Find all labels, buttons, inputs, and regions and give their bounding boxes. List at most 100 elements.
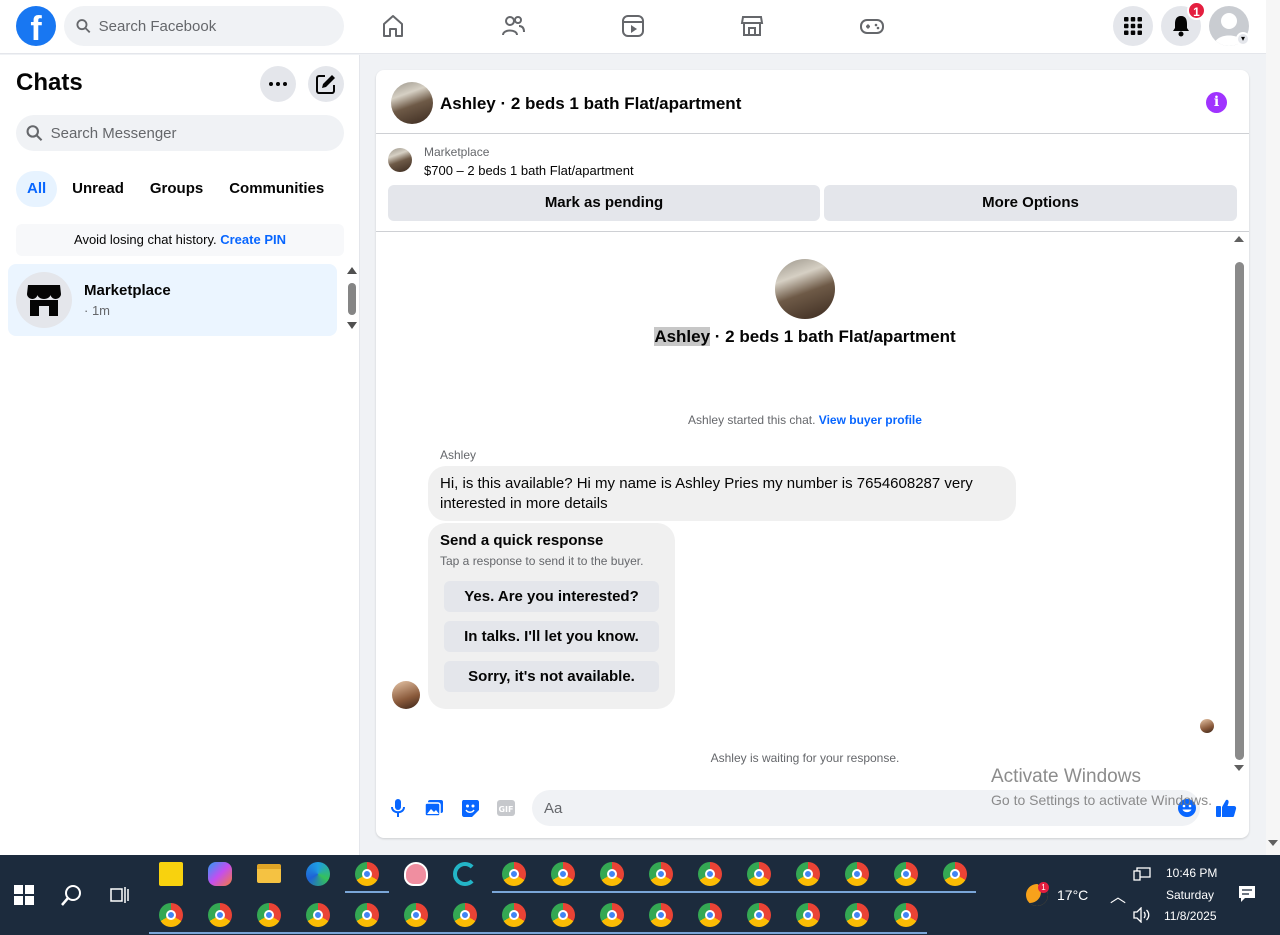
video-icon[interactable] — [619, 12, 647, 40]
quick-response-in-talks[interactable]: In talks. I'll let you know. — [444, 621, 659, 652]
chrome-profile-icon[interactable] — [894, 862, 918, 886]
listing-avatar[interactable] — [391, 82, 433, 124]
facebook-search-box[interactable] — [64, 6, 344, 46]
page-scroll-down-arrow[interactable] — [1268, 840, 1278, 846]
conversation-scroll-down-arrow[interactable] — [1234, 765, 1244, 771]
quick-response-not-available[interactable]: Sorry, it's not available. — [444, 661, 659, 692]
chrome-profile-icon[interactable] — [649, 862, 673, 886]
task-view-icon[interactable] — [109, 885, 129, 905]
filter-communities[interactable]: Communities — [218, 171, 335, 207]
paint-icon[interactable] — [404, 862, 428, 886]
highlighted-buyer-name: Ashley — [654, 327, 711, 346]
notification-count-badge: 1 — [1187, 1, 1206, 20]
facebook-search-input[interactable] — [98, 17, 344, 35]
sidebar-scrollbar-thumb[interactable] — [348, 283, 356, 315]
chrome-profile-icon[interactable] — [600, 903, 624, 927]
chrome-profile-icon[interactable] — [894, 903, 918, 927]
sidebar-scroll-down-arrow[interactable] — [347, 322, 357, 329]
gaming-icon[interactable] — [858, 12, 886, 40]
clock-day[interactable]: Saturday — [1166, 888, 1214, 902]
chrome-profile-icon[interactable] — [698, 862, 722, 886]
home-icon[interactable] — [379, 12, 407, 40]
chrome-profile-icon[interactable] — [845, 903, 869, 927]
chrome-profile-icon[interactable] — [208, 903, 232, 927]
microphone-icon[interactable] — [387, 797, 409, 819]
chat-item-marketplace[interactable]: Marketplace · 1m — [8, 264, 337, 336]
filter-unread[interactable]: Unread — [61, 171, 135, 207]
chrome-profile-icon[interactable] — [943, 862, 967, 886]
clock-time[interactable]: 10:46 PM — [1166, 866, 1217, 880]
wave-app-icon[interactable] — [453, 862, 477, 886]
edge-icon[interactable] — [306, 862, 330, 886]
new-message-button[interactable] — [308, 66, 344, 102]
weather-temperature[interactable]: 17°C — [1057, 887, 1088, 903]
pin-banner: Avoid losing chat history. Create PIN — [16, 224, 344, 256]
quick-response-yes[interactable]: Yes. Are you interested? — [444, 581, 659, 612]
message-bubble[interactable]: Hi, is this available? Hi my name is Ash… — [428, 466, 1016, 521]
sticky-notes-icon[interactable] — [159, 862, 183, 886]
filter-all[interactable]: All — [16, 171, 58, 207]
listing-price-title[interactable]: $700 – 2 beds 1 bath Flat/apartment — [424, 163, 634, 178]
chrome-profile-icon[interactable] — [502, 903, 526, 927]
message-input[interactable] — [544, 799, 1200, 817]
filter-groups[interactable]: Groups — [139, 171, 214, 207]
chats-options-button[interactable] — [260, 66, 296, 102]
copilot-icon[interactable] — [208, 862, 232, 886]
photo-attach-icon[interactable] — [423, 797, 445, 819]
message-composer[interactable] — [532, 790, 1200, 826]
chrome-profile-icon[interactable] — [502, 862, 526, 886]
conversation-scroll-up-arrow[interactable] — [1234, 236, 1244, 242]
chrome-profile-icon[interactable] — [551, 862, 575, 886]
chrome-profile-icon[interactable] — [845, 862, 869, 886]
gif-icon[interactable]: GIF — [495, 797, 517, 819]
chrome-profile-icon[interactable] — [159, 903, 183, 927]
sticker-icon[interactable] — [459, 797, 481, 819]
running-indicator — [345, 891, 389, 893]
chrome-profile-icon[interactable] — [747, 862, 771, 886]
conversation-scrollbar-thumb[interactable] — [1235, 262, 1244, 760]
emoji-icon[interactable] — [1176, 797, 1198, 819]
chrome-profile-icon[interactable] — [306, 903, 330, 927]
chrome-profile-icon[interactable] — [698, 903, 722, 927]
chrome-profile-icon[interactable] — [257, 903, 281, 927]
chrome-icon[interactable] — [355, 862, 379, 886]
thumbs-up-icon[interactable] — [1215, 797, 1237, 819]
chrome-profile-icon[interactable] — [404, 903, 428, 927]
marketplace-icon[interactable] — [738, 12, 766, 40]
messenger-search-box[interactable] — [16, 115, 344, 151]
account-chevron-down-icon[interactable]: ▾ — [1236, 32, 1250, 46]
taskbar-search-icon[interactable] — [60, 883, 84, 907]
friends-icon[interactable] — [499, 12, 527, 40]
chrome-profile-icon[interactable] — [796, 862, 820, 886]
network-icon[interactable] — [1133, 867, 1151, 881]
view-buyer-profile-link[interactable]: View buyer profile — [819, 413, 922, 427]
conversation-title[interactable]: Ashley · 2 beds 1 bath Flat/apartment — [440, 94, 741, 114]
chrome-profile-icon[interactable] — [796, 903, 820, 927]
page-scrollbar[interactable] — [1266, 0, 1280, 855]
clock-date[interactable]: 11/8/2025 — [1164, 909, 1217, 923]
chrome-profile-icon[interactable] — [355, 903, 379, 927]
speaker-icon[interactable] — [1133, 906, 1151, 924]
sidebar-scroll-up-arrow[interactable] — [347, 267, 357, 274]
compose-icon — [316, 75, 335, 94]
facebook-logo[interactable]: f — [16, 6, 56, 46]
notifications-button[interactable]: 1 — [1161, 1, 1206, 46]
chrome-profile-icon[interactable] — [453, 903, 477, 927]
menu-button[interactable] — [1113, 6, 1153, 46]
sender-avatar[interactable] — [392, 681, 420, 709]
notification-center-icon[interactable] — [1238, 885, 1256, 903]
windows-start-icon[interactable] — [14, 885, 34, 905]
chrome-profile-icon[interactable] — [600, 862, 624, 886]
create-pin-link[interactable]: Create PIN — [220, 232, 286, 247]
messenger-search-input[interactable] — [50, 124, 344, 142]
listing-thumbnail[interactable] — [388, 148, 412, 172]
listing-source: Marketplace — [424, 145, 490, 159]
file-explorer-icon[interactable] — [257, 864, 281, 883]
show-hidden-icons-chevron-up-icon[interactable]: ︿ — [1110, 883, 1126, 907]
chrome-profile-icon[interactable] — [747, 903, 771, 927]
chrome-profile-icon[interactable] — [551, 903, 575, 927]
mark-as-pending-button[interactable]: Mark as pending — [388, 185, 820, 221]
more-options-button[interactable]: More Options — [824, 185, 1237, 221]
info-icon[interactable]: i — [1206, 92, 1227, 113]
chrome-profile-icon[interactable] — [649, 903, 673, 927]
